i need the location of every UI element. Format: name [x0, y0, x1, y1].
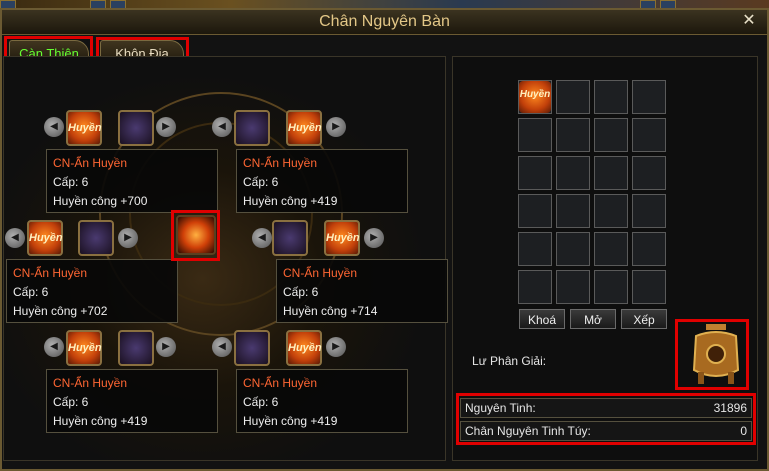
inventory-slot[interactable] [632, 156, 666, 190]
inventory-slot[interactable] [518, 156, 552, 190]
lock-button[interactable]: Khoá [519, 309, 565, 329]
title-bar: Chân Nguyên Bàn ✕ [2, 10, 767, 35]
item-name: CN-Ẩn Huyền [243, 376, 318, 390]
inventory-slot[interactable] [556, 80, 590, 114]
arrow-right-icon[interactable]: ▶ [156, 337, 176, 357]
item-level: Cấp: 6 [13, 285, 49, 299]
chan-nguyen-value: 0 [740, 424, 747, 438]
slot-info-box: CN-Ẩn Huyền Cấp: 6 Huyền công +702 [6, 259, 178, 323]
item-level: Cấp: 6 [53, 395, 89, 409]
inventory-slot[interactable] [632, 270, 666, 304]
inventory-slot[interactable] [556, 156, 590, 190]
decompose-label: Lư Phân Giải: [472, 354, 547, 368]
huyen-icon[interactable]: Huyền [519, 81, 551, 113]
inventory-slot[interactable] [518, 194, 552, 228]
item-stat: Huyền công +419 [243, 414, 338, 428]
arrow-left-icon[interactable]: ◀ [212, 117, 232, 137]
inventory-slot[interactable]: Huyền [518, 80, 552, 114]
inventory-slot[interactable] [594, 118, 628, 152]
bracelet-icon[interactable] [78, 220, 114, 256]
item-stat: Huyền công +702 [13, 304, 108, 318]
item-stat: Huyền công +714 [283, 304, 378, 318]
slot-info-box: CN-Ẩn Huyền Cấp: 6 Huyền công +419 [236, 369, 408, 433]
chan-nguyen-row: Chân Nguyên Tinh Túy: 0 [460, 421, 752, 441]
amulet-icon[interactable] [234, 330, 270, 366]
belt-icon[interactable] [234, 110, 270, 146]
necklace-icon[interactable] [118, 110, 154, 146]
nguyen-tinh-row: Nguyên Tinh: 31896 [460, 398, 752, 418]
inventory-slot[interactable] [556, 232, 590, 266]
cauldron-icon[interactable] [688, 322, 744, 386]
inventory-slot[interactable] [632, 194, 666, 228]
item-level: Cấp: 6 [243, 395, 279, 409]
ring-icon[interactable] [118, 330, 154, 366]
arrow-left-icon[interactable]: ◀ [5, 228, 25, 248]
inventory-slot[interactable] [556, 118, 590, 152]
inventory-slot[interactable] [632, 232, 666, 266]
arrow-left-icon[interactable]: ◀ [212, 337, 232, 357]
window-title: Chân Nguyên Bàn [319, 13, 450, 30]
huyen-icon[interactable]: Huyền [27, 220, 63, 256]
item-name: CN-Ẩn Huyền [53, 376, 128, 390]
arrow-left-icon[interactable]: ◀ [44, 117, 64, 137]
inventory-slot[interactable] [594, 270, 628, 304]
slot-info-box: CN-Ẩn Huyền Cấp: 6 Huyền công +419 [46, 369, 218, 433]
inventory-slot[interactable] [518, 118, 552, 152]
huyen-icon[interactable]: Huyền [66, 330, 102, 366]
fire-core-icon[interactable] [176, 215, 216, 255]
item-stat: Huyền công +419 [53, 414, 148, 428]
huyen-icon[interactable]: Huyền [324, 220, 360, 256]
close-icon[interactable]: ✕ [739, 11, 759, 31]
slot-info-box: CN-Ẩn Huyền Cấp: 6 Huyền công +700 [46, 149, 218, 213]
nguyen-tinh-value: 31896 [713, 401, 747, 415]
inventory-slot[interactable] [556, 194, 590, 228]
inventory-slot[interactable] [594, 194, 628, 228]
arrow-left-icon[interactable]: ◀ [252, 228, 272, 248]
inventory-slot[interactable] [556, 270, 590, 304]
item-name: CN-Ẩn Huyền [243, 156, 318, 170]
huyen-icon[interactable]: Huyền [286, 110, 322, 146]
arrow-right-icon[interactable]: ▶ [364, 228, 384, 248]
arrow-right-icon[interactable]: ▶ [326, 337, 346, 357]
item-stat: Huyền công +419 [243, 194, 338, 208]
huyen-icon[interactable]: Huyền [66, 110, 102, 146]
inventory-slot[interactable] [518, 232, 552, 266]
inventory-slot[interactable] [632, 80, 666, 114]
inventory-slot[interactable] [632, 118, 666, 152]
arrow-right-icon[interactable]: ▶ [118, 228, 138, 248]
item-stat: Huyền công +700 [53, 194, 148, 208]
item-name: CN-Ẩn Huyền [53, 156, 128, 170]
arrow-right-icon[interactable]: ▶ [326, 117, 346, 137]
slot-info-box: CN-Ẩn Huyền Cấp: 6 Huyền công +419 [236, 149, 408, 213]
item-level: Cấp: 6 [243, 175, 279, 189]
slot-info-box: CN-Ẩn Huyền Cấp: 6 Huyền công +714 [276, 259, 448, 323]
item-level: Cấp: 6 [53, 175, 89, 189]
sort-button[interactable]: Xếp [621, 309, 667, 329]
inventory-slot[interactable] [518, 270, 552, 304]
chan-nguyen-label: Chân Nguyên Tinh Túy: [465, 424, 591, 438]
inventory-slot[interactable] [594, 156, 628, 190]
inventory-slot[interactable] [594, 232, 628, 266]
arrow-right-icon[interactable]: ▶ [156, 117, 176, 137]
item-level: Cấp: 6 [283, 285, 319, 299]
inventory-slot[interactable] [594, 80, 628, 114]
weapon-icon[interactable] [272, 220, 308, 256]
huyen-icon[interactable]: Huyền [286, 330, 322, 366]
open-button[interactable]: Mở [570, 309, 616, 329]
arrow-left-icon[interactable]: ◀ [44, 337, 64, 357]
item-name: CN-Ẩn Huyền [13, 266, 88, 280]
nguyen-tinh-label: Nguyên Tinh: [465, 401, 536, 415]
item-name: CN-Ẩn Huyền [283, 266, 358, 280]
